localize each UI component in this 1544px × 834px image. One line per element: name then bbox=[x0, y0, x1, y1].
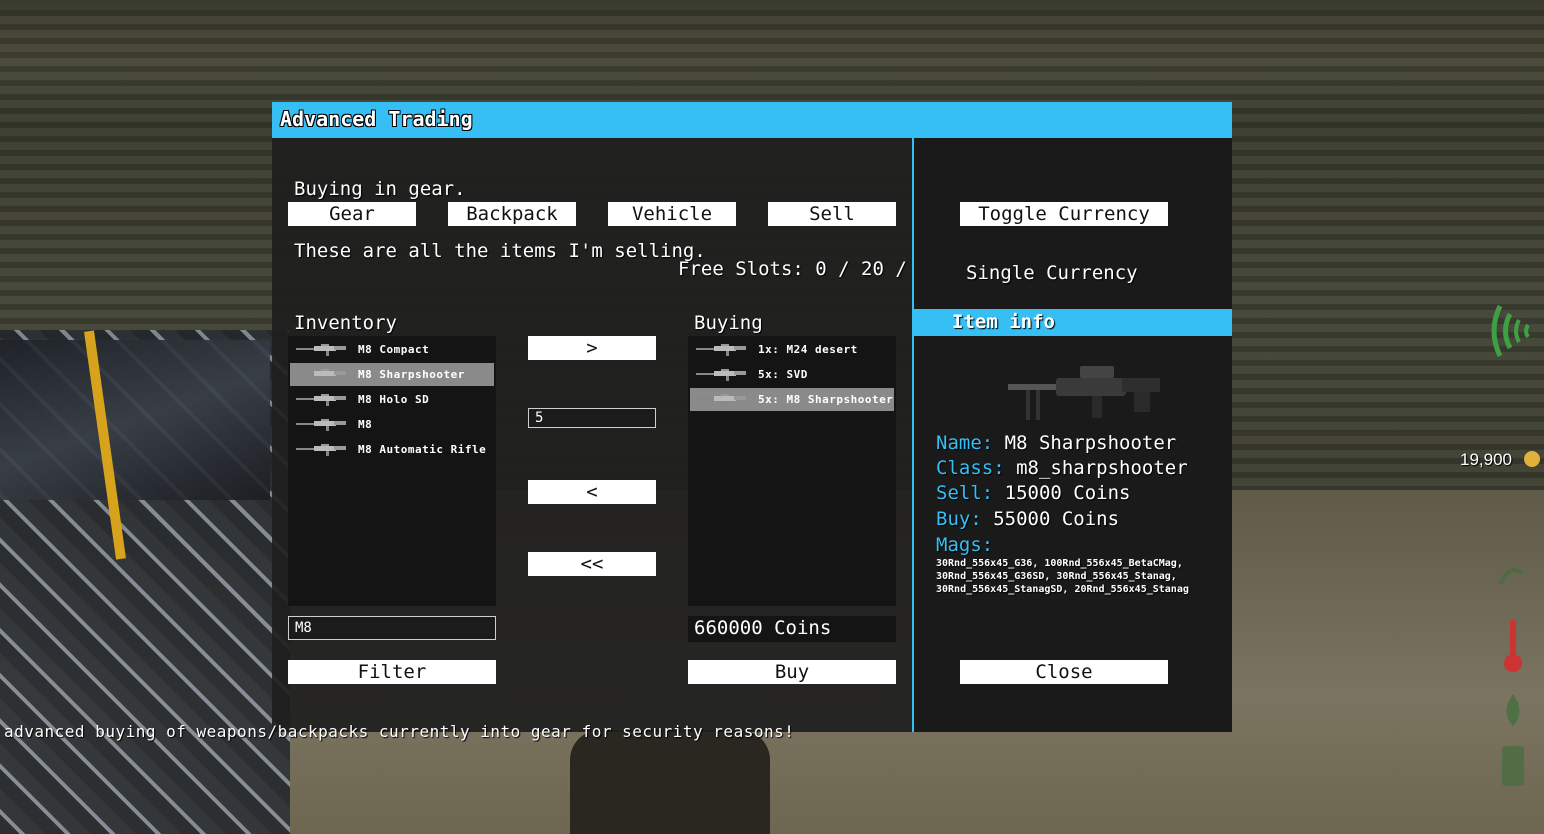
window-title: Advanced Trading bbox=[280, 107, 473, 131]
item-mags-line-1: 30Rnd_556x45_G36, 100Rnd_556x45_BetaCMag… bbox=[936, 558, 1183, 569]
inventory-item-label: M8 Holo SD bbox=[358, 393, 430, 406]
rifle-icon bbox=[696, 344, 746, 356]
rifle-preview-icon bbox=[1008, 366, 1160, 420]
add-item-button[interactable]: > bbox=[528, 336, 656, 360]
buying-title: Buying bbox=[694, 312, 763, 334]
quantity-input[interactable]: 5 bbox=[528, 408, 656, 428]
thirst-icon bbox=[1506, 694, 1520, 726]
tab-gear[interactable]: Gear bbox=[288, 202, 416, 226]
filter-input[interactable]: M8 bbox=[288, 616, 496, 640]
left-panel: Buying in gear. Gear Backpack Vehicle Se… bbox=[272, 138, 930, 732]
rifle-icon bbox=[296, 444, 346, 456]
background-crate bbox=[0, 340, 270, 500]
food-icon bbox=[1502, 746, 1524, 786]
item-mags-line-2: 30Rnd_556x45_G36SD, 30Rnd_556x45_Stanag, bbox=[936, 571, 1177, 582]
item-sell-row: Sell: 15000 Coins bbox=[936, 482, 1131, 504]
filter-button[interactable]: Filter bbox=[288, 660, 496, 684]
inventory-list-item[interactable]: M8 bbox=[290, 413, 494, 436]
buying-list-item[interactable]: 1x: M24 desert bbox=[690, 338, 894, 361]
item-sell-price: 15000 Coins bbox=[1004, 482, 1131, 504]
remove-all-button[interactable]: << bbox=[528, 552, 656, 576]
inventory-list-item[interactable]: M8 Sharpshooter bbox=[290, 363, 494, 386]
item-buy-label: Buy: bbox=[936, 508, 982, 530]
footer-message: advanced buying of weapons/backpacks cur… bbox=[4, 722, 795, 741]
item-buy-row: Buy: 55000 Coins bbox=[936, 508, 1119, 530]
item-info-header: Item info bbox=[914, 309, 1232, 336]
item-class-row: Class: m8_sharpshooter bbox=[936, 457, 1188, 479]
buying-item-label: 5x: M8 Sharpshooter bbox=[758, 393, 894, 406]
item-class: m8_sharpshooter bbox=[1016, 457, 1188, 479]
inventory-list-item[interactable]: M8 Compact bbox=[290, 338, 494, 361]
buying-item-label: 5x: SVD bbox=[758, 368, 808, 381]
currency-mode: Single Currency bbox=[966, 262, 1138, 284]
status-text: Buying in gear. bbox=[294, 178, 466, 200]
buying-list-item[interactable]: 5x: M8 Sharpshooter bbox=[690, 388, 894, 411]
rifle-icon bbox=[696, 394, 746, 406]
item-sell-label: Sell: bbox=[936, 482, 994, 504]
inventory-item-label: M8 Sharpshooter bbox=[358, 368, 465, 381]
item-mags-line-3: 30Rnd_556x45_StanagSD, 20Rnd_556x45_Stan… bbox=[936, 584, 1189, 595]
toggle-currency-button[interactable]: Toggle Currency bbox=[960, 202, 1168, 226]
rifle-icon bbox=[296, 344, 346, 356]
item-mags-label: Mags: bbox=[936, 534, 994, 556]
item-name: M8 Sharpshooter bbox=[1004, 432, 1177, 454]
free-slots: Free Slots: 0 / 20 / 0 bbox=[678, 258, 930, 280]
inventory-item-label: M8 Automatic Rifle bbox=[358, 443, 487, 456]
rifle-icon bbox=[296, 419, 346, 431]
tab-sell[interactable]: Sell bbox=[768, 202, 896, 226]
trading-window: Advanced Trading Buying in gear. Gear Ba… bbox=[272, 102, 1232, 732]
remove-item-button[interactable]: < bbox=[528, 480, 656, 504]
rifle-icon bbox=[296, 369, 346, 381]
hud-money: 19,900 bbox=[1460, 450, 1512, 469]
item-buy-price: 55000 Coins bbox=[993, 508, 1120, 530]
buy-button[interactable]: Buy bbox=[688, 660, 896, 684]
health-icon bbox=[1498, 567, 1524, 585]
close-button[interactable]: Close bbox=[960, 660, 1168, 684]
right-panel: Toggle Currency Single Currency Item inf… bbox=[914, 138, 1232, 732]
item-name-row: Name: M8 Sharpshooter bbox=[936, 432, 1176, 454]
buying-list-item[interactable]: 5x: SVD bbox=[690, 363, 894, 386]
coin-icon bbox=[1524, 451, 1540, 467]
inventory-item-label: M8 bbox=[358, 418, 373, 431]
buying-total: 660000 Coins bbox=[688, 616, 896, 642]
inventory-item-label: M8 Compact bbox=[358, 343, 430, 356]
buying-list[interactable]: 1x: M24 desert 5x: SVD 5x: M8 Sharpshooter bbox=[688, 336, 896, 606]
player-figure bbox=[570, 730, 770, 834]
buying-item-label: 1x: M24 desert bbox=[758, 343, 858, 356]
inventory-list-item[interactable]: M8 Automatic Rifle bbox=[290, 438, 494, 461]
inventory-list-item[interactable]: M8 Holo SD bbox=[290, 388, 494, 411]
rifle-icon bbox=[296, 394, 346, 406]
item-info-title: Item info bbox=[952, 311, 1055, 333]
item-name-label: Name: bbox=[936, 432, 994, 454]
inventory-list[interactable]: M8 Compact M8 Sharpshooter M8 Holo SD M8 M8 … bbox=[288, 336, 496, 606]
inventory-title: Inventory bbox=[294, 312, 397, 334]
tab-backpack[interactable]: Backpack bbox=[448, 202, 576, 226]
title-bar[interactable]: Advanced Trading bbox=[272, 102, 1232, 138]
rifle-icon bbox=[696, 369, 746, 381]
description-text: These are all the items I'm selling. bbox=[294, 240, 706, 262]
temperature-icon bbox=[1504, 619, 1522, 672]
sound-level-icon bbox=[1491, 304, 1530, 358]
item-class-label: Class: bbox=[936, 457, 1005, 479]
tab-vehicle[interactable]: Vehicle bbox=[608, 202, 736, 226]
